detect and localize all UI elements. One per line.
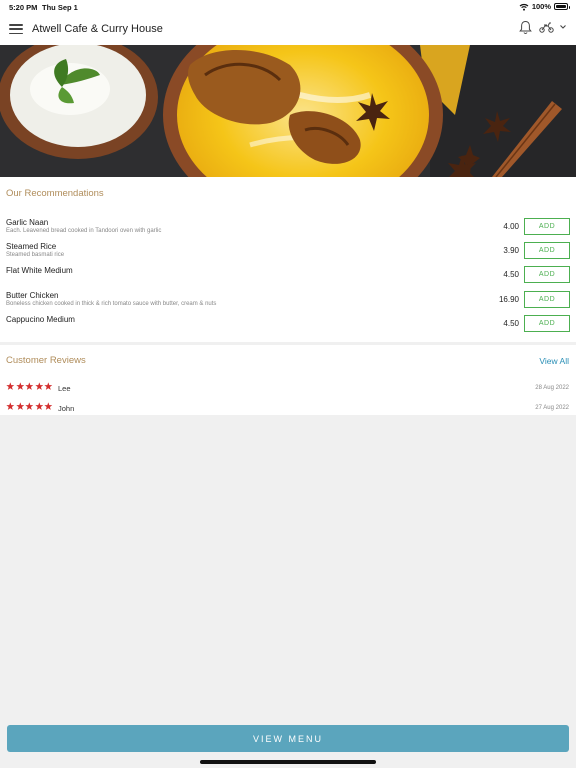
menu-item-price: 4.50 xyxy=(503,319,519,328)
menu-item: Garlic Naan Each. Leavened bread cooked … xyxy=(0,218,576,242)
wifi-icon xyxy=(519,3,529,11)
review-date: 27 Aug 2022 xyxy=(535,405,569,411)
star-icon xyxy=(25,382,34,390)
menu-item-price: 4.00 xyxy=(503,222,519,231)
menu-item: Cappucino Medium 4.50 ADD xyxy=(0,315,576,339)
battery-icon xyxy=(554,3,570,10)
star-icon xyxy=(25,402,34,410)
menu-item: Butter Chicken Boneless chicken cooked i… xyxy=(0,291,576,315)
biryani-food-image xyxy=(0,45,576,177)
menu-item-name: Flat White Medium xyxy=(6,266,73,275)
menu-item-name: Cappucino Medium xyxy=(6,315,75,324)
review-row: Lee 28 Aug 2022 xyxy=(0,382,576,396)
status-right: 100% xyxy=(519,2,570,11)
star-icon xyxy=(35,382,44,390)
star-icon xyxy=(15,382,24,390)
menu-item-price: 3.90 xyxy=(503,246,519,255)
view-menu-button[interactable]: VIEW MENU xyxy=(7,725,569,752)
scooter-icon[interactable] xyxy=(539,21,554,33)
chevron-down-icon[interactable] xyxy=(559,23,567,31)
add-flat-white-button[interactable]: ADD xyxy=(524,266,570,283)
review-row: John 27 Aug 2022 xyxy=(0,402,576,416)
reviewer-name: Lee xyxy=(58,384,71,393)
review-date: 28 Aug 2022 xyxy=(535,385,569,391)
add-garlic-naan-button[interactable]: ADD xyxy=(524,218,570,235)
bell-icon[interactable] xyxy=(519,20,532,35)
view-all-link[interactable]: View All xyxy=(539,356,569,366)
battery-percent: 100% xyxy=(531,2,551,11)
menu-item-description: Boneless chicken cooked in thick & rich … xyxy=(6,301,217,307)
star-icon xyxy=(35,402,44,410)
add-steamed-rice-button[interactable]: ADD xyxy=(524,242,570,259)
menu-item-name: Steamed Rice xyxy=(6,242,57,251)
star-icon xyxy=(15,402,24,410)
hero-food-image xyxy=(0,45,576,177)
menu-item: Flat White Medium 4.50 ADD xyxy=(0,266,576,290)
customer-reviews-section: Customer Reviews View All Lee 28 Aug 202… xyxy=(0,345,576,415)
menu-icon[interactable] xyxy=(9,23,23,35)
menu-item-description: Each. Leavened bread cooked in Tandoori … xyxy=(6,228,162,234)
star-icon xyxy=(6,382,15,390)
recommendations-title: Our Recommendations xyxy=(6,188,104,199)
add-butter-chicken-button[interactable]: ADD xyxy=(524,291,570,308)
star-rating xyxy=(6,382,53,391)
star-icon xyxy=(44,402,53,410)
menu-item-description: Steamed basmati rice xyxy=(6,252,65,258)
reviewer-name: John xyxy=(58,404,75,413)
recommendations-section: Our Recommendations Garlic Naan Each. Le… xyxy=(0,177,576,342)
add-cappucino-button[interactable]: ADD xyxy=(524,315,570,332)
star-rating xyxy=(6,402,53,411)
menu-item-name: Garlic Naan xyxy=(6,218,49,227)
app-header: Atwell Cafe & Curry House xyxy=(0,14,576,45)
status-time: 5:20 PM xyxy=(9,3,38,12)
star-icon xyxy=(44,382,53,390)
status-bar: 5:20 PM Thu Sep 1 100% xyxy=(0,0,576,14)
reviews-title: Customer Reviews xyxy=(6,355,86,366)
status-date: Thu Sep 1 xyxy=(42,3,78,12)
menu-item-name: Butter Chicken xyxy=(6,291,59,300)
restaurant-title: Atwell Cafe & Curry House xyxy=(32,23,163,35)
home-indicator xyxy=(200,760,376,764)
menu-item-price: 16.90 xyxy=(498,295,519,304)
menu-item-price: 4.50 xyxy=(503,270,519,279)
menu-item: Steamed Rice Steamed basmati rice 3.90 A… xyxy=(0,242,576,266)
star-icon xyxy=(6,402,15,410)
